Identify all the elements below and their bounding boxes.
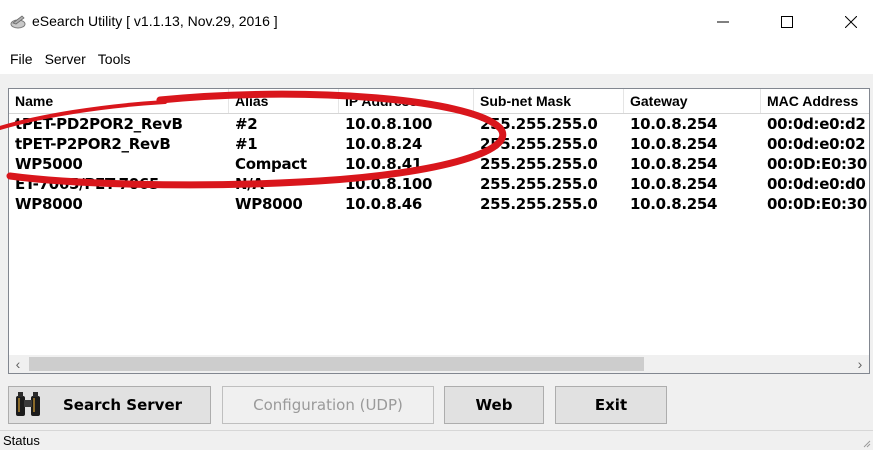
- column-header-mac[interactable]: MAC Address: [761, 89, 869, 113]
- cell-ip: 10.0.8.46: [345, 195, 423, 213]
- close-button[interactable]: [828, 0, 873, 44]
- scroll-right-button[interactable]: ›: [851, 355, 869, 373]
- cell-ip: 10.0.8.100: [345, 115, 433, 133]
- close-icon: [845, 16, 857, 28]
- cell-subnet: 255.255.255.0: [480, 135, 598, 153]
- cell-subnet: 255.255.255.0: [480, 115, 598, 133]
- table-row[interactable]: tPET-P2POR2_RevB #1 10.0.8.24 255.255.25…: [9, 134, 869, 154]
- exit-label: Exit: [594, 396, 628, 414]
- cell-subnet: 255.255.255.0: [480, 155, 598, 173]
- cell-gateway: 10.0.8.254: [630, 175, 718, 193]
- status-text: Status: [3, 433, 40, 448]
- app-icon: [10, 15, 26, 29]
- column-header-name[interactable]: Name: [9, 89, 229, 113]
- scroll-left-button[interactable]: ‹: [9, 355, 27, 373]
- client-area: Name Alias IP Address Sub-net Mask Gatew…: [0, 74, 873, 450]
- column-header-alias[interactable]: Alias: [229, 89, 339, 113]
- status-bar: Status: [0, 430, 873, 450]
- cell-ip: 10.0.8.41: [345, 155, 423, 173]
- web-button[interactable]: Web: [444, 386, 544, 424]
- cell-gateway: 10.0.8.254: [630, 195, 718, 213]
- cell-alias: #2: [235, 115, 258, 133]
- list-header: Name Alias IP Address Sub-net Mask Gatew…: [9, 89, 869, 114]
- list-body: tPET-PD2POR2_RevB #2 10.0.8.100 255.255.…: [9, 114, 869, 214]
- horizontal-scrollbar[interactable]: ‹ ›: [9, 355, 869, 373]
- search-server-button[interactable]: Search Server: [8, 386, 211, 424]
- cell-mac: 00:0d:e0:d2: [767, 115, 866, 133]
- cell-name: tPET-P2POR2_RevB: [15, 135, 171, 153]
- cell-name: WP5000: [15, 155, 83, 173]
- menu-tools[interactable]: Tools: [92, 46, 137, 72]
- cell-mac: 00:0d:e0:d0: [767, 175, 866, 193]
- cell-ip: 10.0.8.100: [345, 175, 433, 193]
- web-label: Web: [475, 396, 513, 414]
- configuration-label: Configuration (UDP): [253, 396, 403, 414]
- cell-gateway: 10.0.8.254: [630, 115, 718, 133]
- cell-alias: WP8000: [235, 195, 303, 213]
- cell-mac: 00:0D:E0:30: [767, 195, 868, 213]
- cell-gateway: 10.0.8.254: [630, 155, 718, 173]
- window-title: eSearch Utility [ v1.1.13, Nov.29, 2016 …: [32, 13, 278, 29]
- configuration-button[interactable]: Configuration (UDP): [222, 386, 434, 424]
- binoculars-icon: [16, 392, 40, 416]
- resize-grip-icon[interactable]: [861, 438, 871, 448]
- cell-name: ET-7065/PET-7065: [15, 175, 160, 193]
- cell-gateway: 10.0.8.254: [630, 135, 718, 153]
- cell-alias: #1: [235, 135, 258, 153]
- menu-file[interactable]: File: [0, 46, 39, 72]
- title-bar: eSearch Utility [ v1.1.13, Nov.29, 2016 …: [0, 0, 873, 44]
- table-row[interactable]: tPET-PD2POR2_RevB #2 10.0.8.100 255.255.…: [9, 114, 869, 134]
- cell-subnet: 255.255.255.0: [480, 195, 598, 213]
- menu-bar: File Server Tools: [0, 46, 873, 72]
- maximize-icon: [781, 16, 793, 28]
- scroll-thumb[interactable]: [29, 357, 644, 371]
- table-row[interactable]: ET-7065/PET-7065 N/A 10.0.8.100 255.255.…: [9, 174, 869, 194]
- cell-name: WP8000: [15, 195, 83, 213]
- minimize-icon: [717, 21, 729, 23]
- search-server-label: Search Server: [63, 396, 183, 414]
- cell-subnet: 255.255.255.0: [480, 175, 598, 193]
- cell-ip: 10.0.8.24: [345, 135, 423, 153]
- column-header-subnet[interactable]: Sub-net Mask: [474, 89, 624, 113]
- table-row[interactable]: WP5000 Compact 10.0.8.41 255.255.255.0 1…: [9, 154, 869, 174]
- table-row[interactable]: WP8000 WP8000 10.0.8.46 255.255.255.0 10…: [9, 194, 869, 214]
- menu-server[interactable]: Server: [39, 46, 92, 72]
- column-header-ip[interactable]: IP Address: [339, 89, 474, 113]
- server-list[interactable]: Name Alias IP Address Sub-net Mask Gatew…: [8, 88, 870, 374]
- cell-alias: N/A: [235, 175, 264, 193]
- cell-mac: 00:0D:E0:30: [767, 155, 868, 173]
- maximize-button[interactable]: [764, 0, 810, 44]
- cell-mac: 00:0d:e0:02: [767, 135, 866, 153]
- cell-alias: Compact: [235, 155, 307, 173]
- cell-name: tPET-PD2POR2_RevB: [15, 115, 183, 133]
- chevron-right-icon: ›: [857, 356, 863, 372]
- chevron-left-icon: ‹: [15, 356, 21, 372]
- exit-button[interactable]: Exit: [555, 386, 667, 424]
- minimize-button[interactable]: [700, 0, 746, 44]
- column-header-gateway[interactable]: Gateway: [624, 89, 761, 113]
